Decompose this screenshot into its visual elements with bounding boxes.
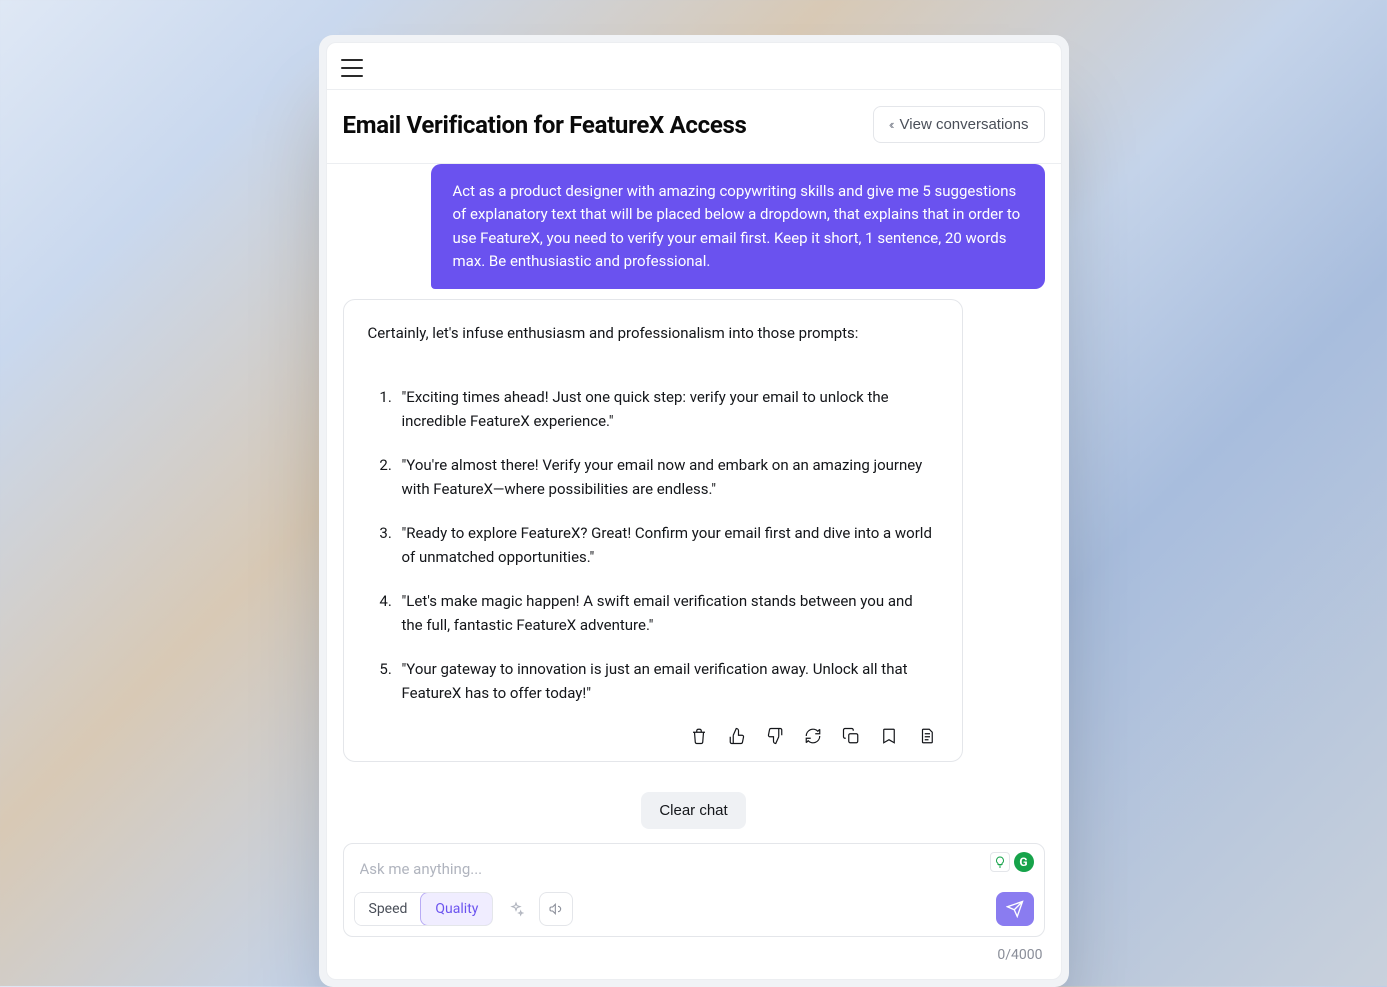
speed-mode-button[interactable]: Speed <box>355 893 422 925</box>
suggestion-list: "Exciting times ahead! Just one quick st… <box>368 385 938 705</box>
refresh-icon[interactable] <box>802 725 824 747</box>
composer-left-controls: Speed Quality <box>354 892 574 926</box>
copy-icon[interactable] <box>840 725 862 747</box>
list-item: "Your gateway to innovation is just an e… <box>396 657 938 705</box>
grammarly-badge-icon[interactable]: G <box>1014 852 1034 872</box>
assistant-intro-text: Certainly, let's infuse enthusiasm and p… <box>368 322 938 345</box>
message-actions <box>368 725 938 747</box>
composer: G Speed Quality <box>343 843 1045 937</box>
main-panel: Email Verification for FeatureX Access ‹… <box>326 42 1062 980</box>
document-icon[interactable] <box>916 725 938 747</box>
character-counter: 0/4000 <box>343 947 1043 963</box>
app-window: Email Verification for FeatureX Access ‹… <box>319 35 1069 987</box>
header-row: Email Verification for FeatureX Access ‹… <box>327 90 1061 164</box>
list-item: "Exciting times ahead! Just one quick st… <box>396 385 938 433</box>
menu-icon[interactable] <box>341 59 363 77</box>
thumbs-up-icon[interactable] <box>726 725 748 747</box>
top-bar <box>327 43 1061 90</box>
assistant-message-bubble: Certainly, let's infuse enthusiasm and p… <box>343 299 963 762</box>
composer-toolbar: Speed Quality <box>354 892 1034 926</box>
list-item: "You're almost there! Verify your email … <box>396 453 938 501</box>
chat-area: Act as a product designer with amazing c… <box>327 164 1061 979</box>
mode-segment: Speed Quality <box>354 892 494 926</box>
user-message-text: Act as a product designer with amazing c… <box>453 182 1021 270</box>
megaphone-icon[interactable] <box>539 892 573 926</box>
sparkle-icon[interactable] <box>499 892 533 926</box>
user-message-bubble: Act as a product designer with amazing c… <box>431 164 1045 289</box>
chat-input[interactable] <box>354 854 1034 892</box>
list-item: "Let's make magic happen! A swift email … <box>396 589 938 637</box>
trash-icon[interactable] <box>688 725 710 747</box>
chevrons-left-icon: ‹‹ <box>889 117 892 132</box>
page-title: Email Verification for FeatureX Access <box>343 111 747 139</box>
clear-chat-row: Clear chat <box>343 792 1045 829</box>
list-item: "Ready to explore FeatureX? Great! Confi… <box>396 521 938 569</box>
quality-mode-button[interactable]: Quality <box>420 892 493 926</box>
bookmark-icon[interactable] <box>878 725 900 747</box>
thumbs-down-icon[interactable] <box>764 725 786 747</box>
bulb-badge-icon[interactable] <box>990 852 1010 872</box>
send-button[interactable] <box>996 892 1034 926</box>
clear-chat-button[interactable]: Clear chat <box>641 792 745 829</box>
composer-badges: G <box>990 852 1034 872</box>
view-conversations-button[interactable]: ‹‹ View conversations <box>873 106 1045 143</box>
view-conversations-label: View conversations <box>900 116 1029 133</box>
